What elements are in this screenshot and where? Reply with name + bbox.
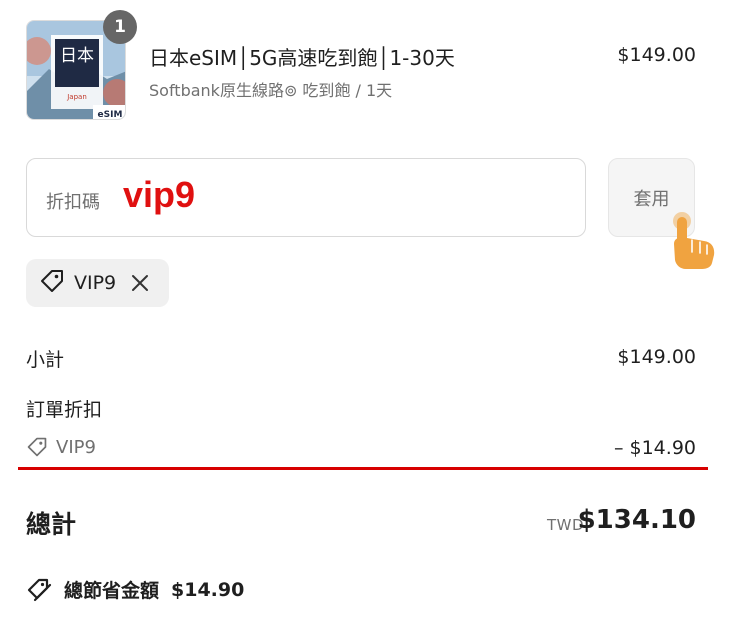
total-label: 總計 (26, 510, 77, 539)
tag-icon (27, 578, 52, 601)
applied-discount-chip: VIP9 (26, 259, 169, 307)
discount-code-placeholder: 折扣碼 (46, 192, 100, 213)
subtotal-value: $149.00 (617, 346, 696, 368)
applied-code-label: VIP9 (74, 272, 117, 294)
order-discount-label: 訂單折扣 (26, 399, 103, 421)
product-image-brand: eSIM (98, 110, 123, 120)
product-image-place: Japan (66, 93, 87, 101)
pointing-hand-icon (668, 208, 718, 270)
tag-icon (39, 268, 65, 298)
discount-line-code: VIP9 (56, 436, 96, 458)
tag-icon (27, 437, 47, 457)
product-variant: Softbank原生線路⊚ 吃到飽 / 1天 (149, 81, 393, 100)
discount-code-value: vip9 (123, 174, 196, 215)
product-image-text: 日本 (60, 46, 94, 66)
total-value: $134.10 (577, 505, 696, 535)
total-savings: 總節省金額 $14.90 (26, 576, 244, 603)
highlight-underline (18, 467, 708, 470)
quantity-badge: 1 (103, 10, 137, 44)
savings-value: $14.90 (171, 578, 245, 601)
discount-code-input[interactable]: 折扣碼 vip9 (26, 158, 586, 237)
savings-label: 總節省金額 (64, 580, 160, 602)
subtotal-label: 小計 (26, 349, 65, 371)
discount-line: VIP9 (26, 436, 96, 458)
product-price: $149.00 (617, 44, 696, 66)
product-title: 日本eSIM│5G高速吃到飽│1-30天 (149, 46, 455, 70)
remove-code-icon[interactable] (130, 273, 150, 293)
discount-value: – $14.90 (613, 437, 696, 459)
